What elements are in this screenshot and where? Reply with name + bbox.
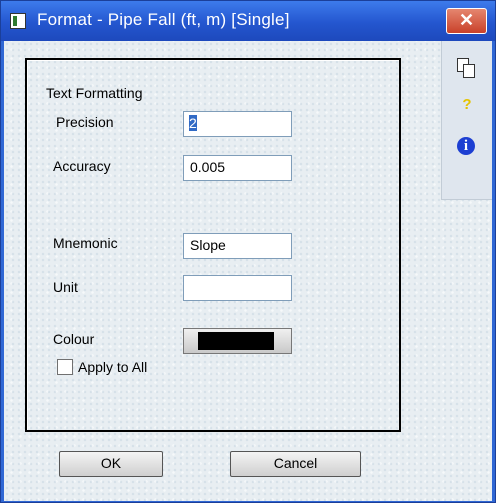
title-bar[interactable]: Format - Pipe Fall (ft, m) [Single] ✕ <box>1 1 495 41</box>
apply-to-all-checkbox[interactable] <box>57 359 73 375</box>
group-title: Text Formatting <box>46 85 143 101</box>
copy-icon[interactable] <box>457 58 477 78</box>
accuracy-field[interactable]: 0.005 <box>183 155 292 181</box>
colour-picker-button[interactable] <box>183 328 292 354</box>
help-icon[interactable]: ? <box>457 96 477 116</box>
unit-field[interactable] <box>183 275 292 301</box>
precision-field[interactable]: 2 <box>183 111 292 137</box>
unit-label: Unit <box>53 279 78 295</box>
mnemonic-field[interactable]: Slope <box>183 233 292 259</box>
cancel-button[interactable]: Cancel <box>230 451 361 477</box>
dialog-body: ? i Text Formatting Precision 2 Accuracy… <box>4 41 492 501</box>
colour-swatch <box>198 332 274 350</box>
ok-button[interactable]: OK <box>59 451 163 477</box>
app-icon <box>10 13 26 29</box>
window-title: Format - Pipe Fall (ft, m) [Single] <box>37 10 290 29</box>
apply-to-all-label[interactable]: Apply to All <box>78 359 147 375</box>
colour-label: Colour <box>53 331 95 347</box>
format-dialog: Format - Pipe Fall (ft, m) [Single] ✕ ? … <box>0 0 496 503</box>
close-button[interactable]: ✕ <box>446 8 487 34</box>
info-icon[interactable]: i <box>457 137 475 155</box>
side-toolbar: ? i <box>441 41 492 200</box>
mnemonic-label: Mnemonic <box>53 235 118 251</box>
accuracy-label: Accuracy <box>53 158 111 174</box>
precision-label: Precision <box>56 114 114 130</box>
